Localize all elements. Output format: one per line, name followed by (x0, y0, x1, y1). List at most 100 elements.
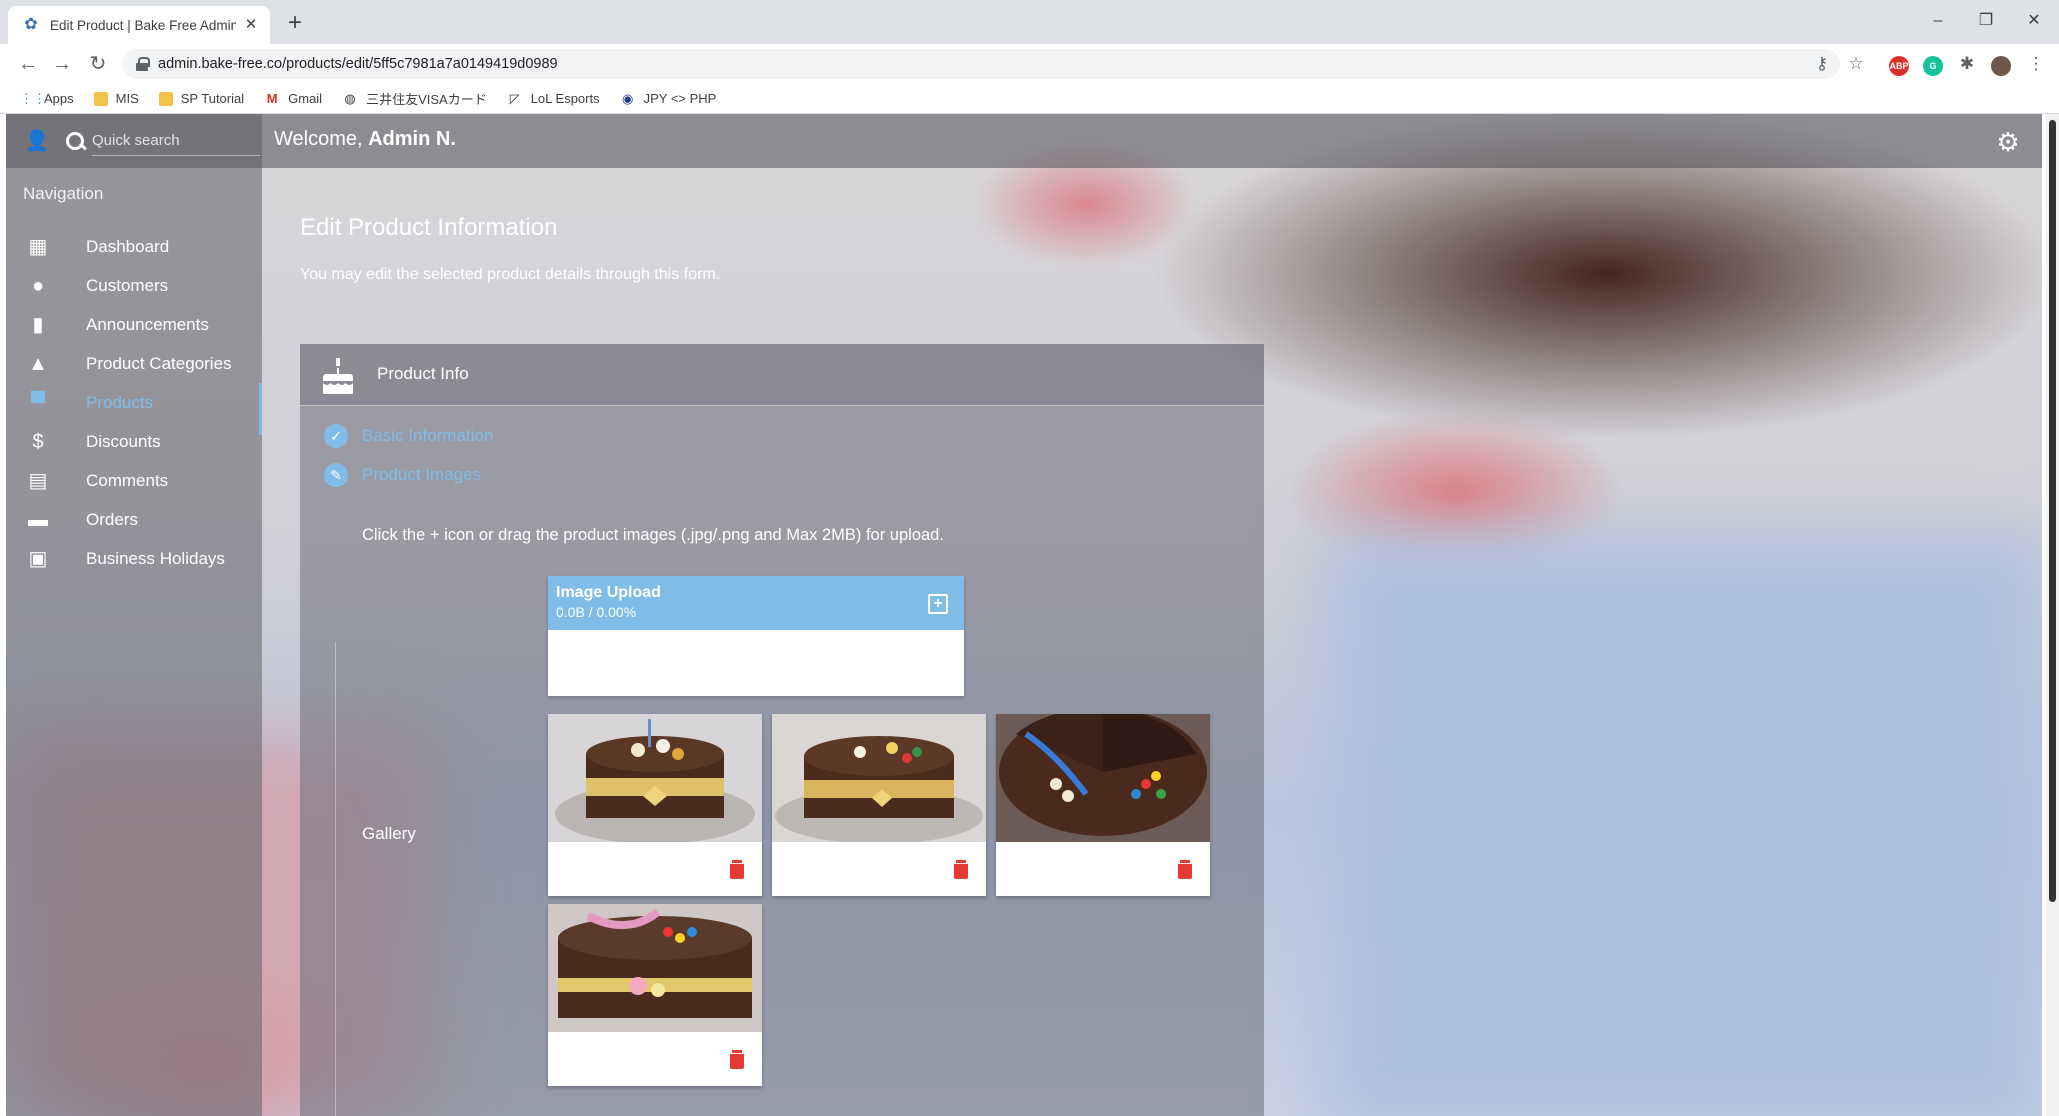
pencil-icon: ✎ (324, 463, 348, 487)
user-circle-icon: ● (31, 275, 45, 297)
product-image (996, 714, 1210, 842)
sidebar-item-orders[interactable]: ▬ Orders (6, 500, 262, 540)
bookmark-mis[interactable]: MIS (93, 91, 139, 106)
sidebar-item-business-holidays[interactable]: ▣ Business Holidays (6, 539, 262, 579)
product-image (548, 904, 762, 1032)
sidebar-item-label: Product Categories (86, 354, 232, 373)
minimize-button[interactable]: – (1918, 8, 1958, 34)
product-info-card: Product Info ✓ Basic Information ✎ Produ… (300, 344, 1264, 1116)
grammarly-icon[interactable]: G (1923, 56, 1943, 76)
favicon-icon: ✿ (24, 16, 38, 33)
scrollbar-thumb[interactable] (2049, 120, 2056, 902)
browser-tab[interactable]: ✿ Edit Product | Bake Free Admin P ✕ (8, 6, 270, 44)
gallery-item (996, 714, 1210, 896)
quick-search-input[interactable] (92, 126, 260, 156)
step-label: Basic Information (362, 426, 494, 445)
address-bar[interactable]: admin.bake-free.co/products/edit/5ff5c79… (122, 49, 1840, 79)
sidebar-item-label: Orders (86, 510, 138, 529)
step-basic-information[interactable]: ✓ Basic Information (324, 424, 493, 448)
tab-title: Edit Product | Bake Free Admin P (50, 17, 236, 33)
top-bar: 👤 Welcome, Admin N. ⚙ (6, 114, 2042, 168)
page-scrollbar[interactable] (2046, 114, 2059, 1116)
bookmark-label: JPY <> PHP (643, 91, 717, 106)
folder-icon (158, 91, 173, 106)
browser-toolbar: ← → ↻ admin.bake-free.co/products/edit/5… (0, 44, 2059, 84)
sidebar-item-label: Announcements (86, 315, 209, 334)
sidebar-item-customers[interactable]: ● Customers (6, 266, 262, 306)
adblock-icon[interactable]: ABP (1889, 56, 1909, 76)
close-tab-icon[interactable]: ✕ (242, 16, 260, 34)
bookmark-gmail[interactable]: M Gmail (264, 91, 322, 107)
sidebar-item-label: Comments (86, 471, 169, 490)
restore-button[interactable]: ❐ (1966, 8, 2006, 34)
trash-icon[interactable] (952, 860, 970, 880)
welcome-message: Welcome, Admin N. (274, 128, 456, 151)
page-title: Edit Product Information (300, 214, 558, 241)
sidebar-item-label: Customers (86, 276, 169, 295)
star-icon[interactable]: ☆ (1842, 50, 1870, 78)
forward-button[interactable]: → (48, 50, 76, 78)
bookmark-label: SP Tutorial (180, 91, 245, 106)
extensions-icon[interactable]: ✱ (1953, 50, 1981, 78)
add-image-icon[interactable]: + (928, 594, 948, 614)
cake-icon (323, 358, 353, 394)
comment-icon: ▤ (28, 470, 48, 492)
gallery-label: Gallery (362, 824, 416, 843)
search-icon[interactable] (64, 128, 88, 154)
nav-title: Navigation (23, 184, 104, 203)
lol-icon: ◸ (509, 90, 520, 106)
folder-icon (93, 91, 108, 106)
admin-page: 👤 Welcome, Admin N. ⚙ Navigation ▦ Dashb… (6, 114, 2042, 1116)
back-button[interactable]: ← (14, 50, 42, 78)
product-image (548, 714, 762, 842)
store-icon: ▬ (28, 509, 48, 531)
gear-icon[interactable]: ⚙ (1994, 128, 2022, 156)
close-window-button[interactable]: ✕ (2014, 8, 2054, 34)
product-image (772, 714, 986, 842)
bookmark-visa[interactable]: ◍ 三井住友VISAカード (342, 89, 487, 108)
add-user-icon[interactable]: 👤 (22, 128, 52, 154)
image-upload-dropzone[interactable]: Image Upload 0.0B / 0.00% + (548, 576, 964, 696)
exchange-icon: ◉ (621, 90, 634, 106)
reload-button[interactable]: ↻ (84, 50, 112, 78)
sidebar-item-discounts[interactable]: $ Discounts (6, 422, 262, 462)
sidebar-item-announcements[interactable]: ▮ Announcements (6, 305, 262, 345)
bookmark-apps[interactable]: ⋮⋮ Apps (20, 91, 74, 107)
sidebar-item-comments[interactable]: ▤ Comments (6, 461, 262, 501)
trash-icon[interactable] (1176, 860, 1194, 880)
trash-icon[interactable] (728, 860, 746, 880)
sidebar-item-label: Discounts (86, 432, 161, 451)
gallery-item (548, 714, 762, 896)
card-title: Product Info (377, 364, 469, 383)
step-product-images[interactable]: ✎ Product Images (324, 463, 481, 487)
trash-icon[interactable] (728, 1050, 746, 1070)
key-icon[interactable]: ⚷ (1808, 50, 1836, 78)
menu-dots-icon[interactable]: ⋮ (2022, 50, 2050, 78)
bookmark-label: LoL Esports (530, 91, 600, 106)
new-tab-button[interactable]: + (282, 10, 308, 36)
discount-icon: $ (32, 431, 44, 453)
url-text: admin.bake-free.co/products/edit/5ff5c79… (158, 56, 558, 72)
sidebar-item-label: Dashboard (86, 237, 170, 256)
bookmarks-bar: ⋮⋮ Apps MIS SP Tutorial M Gmail ◍ 三井住友VI… (0, 84, 2059, 114)
card-header: Product Info (300, 344, 1264, 406)
main-content: Edit Product Information You may edit th… (262, 168, 2042, 1116)
sidebar-item-dashboard[interactable]: ▦ Dashboard (6, 227, 262, 267)
lock-icon (136, 57, 150, 71)
bookmark-label: Apps (44, 91, 74, 106)
bookmark-sp-tutorial[interactable]: SP Tutorial (158, 91, 245, 106)
bookmark-jpy-php[interactable]: ◉ JPY <> PHP (620, 90, 717, 107)
sidebar-item-products[interactable]: ▀ Products (6, 383, 262, 435)
sidebar: Navigation ▦ Dashboard ● Customers ▮ Ann… (6, 168, 262, 1116)
sidebar-item-product-categories[interactable]: ▲ Product Categories (6, 344, 262, 384)
calendar-icon: ▣ (28, 548, 48, 570)
bookmark-lol-esports[interactable]: ◸ LoL Esports (507, 91, 600, 107)
step-connector (335, 642, 336, 1116)
sidebar-item-label: Products (86, 393, 154, 412)
globe-icon: ◍ (344, 90, 356, 106)
dashboard-icon: ▦ (28, 236, 48, 258)
apps-grid-icon: ⋮⋮ (20, 90, 46, 106)
check-icon: ✓ (324, 424, 348, 448)
bookmark-label: 三井住友VISAカード (366, 92, 487, 107)
profile-avatar[interactable] (1991, 56, 2011, 76)
